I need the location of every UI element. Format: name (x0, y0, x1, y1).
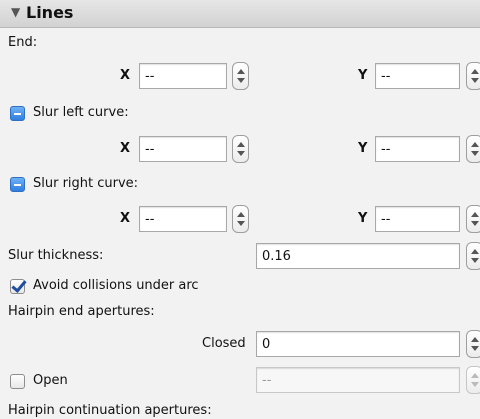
end-y-field[interactable] (375, 63, 460, 89)
hairpin-open-checkbox[interactable] (10, 374, 25, 389)
slur-right-x-label: X (120, 211, 131, 226)
end-x-field[interactable] (139, 63, 227, 89)
collapse-triangle-icon[interactable]: ▼ (11, 5, 20, 19)
slur-right-x-stepper[interactable] (232, 205, 249, 233)
hairpin-closed-field[interactable] (256, 331, 460, 357)
slur-left-y-stepper[interactable] (466, 135, 480, 163)
avoid-collisions-checkbox[interactable] (10, 279, 25, 294)
hairpin-end-apertures-label: Hairpin end apertures: (8, 304, 155, 319)
hairpin-continuation-apertures-label: Hairpin continuation apertures: (8, 403, 212, 418)
slur-thickness-field[interactable] (256, 243, 460, 269)
end-label: End: (8, 35, 38, 50)
slur-right-x-field[interactable] (139, 206, 227, 232)
hairpin-open-label: Open (33, 373, 68, 388)
end-y-stepper[interactable] (466, 62, 480, 90)
slur-left-curve-checkbox[interactable] (10, 106, 25, 121)
section-title: Lines (26, 3, 74, 22)
avoid-collisions-label: Avoid collisions under arc (33, 278, 199, 293)
slur-right-curve-label: Slur right curve: (33, 176, 139, 191)
slur-right-y-label: Y (358, 211, 368, 226)
end-y-label: Y (358, 68, 368, 83)
slur-left-x-stepper[interactable] (232, 135, 249, 163)
slur-thickness-stepper[interactable] (466, 242, 480, 270)
slur-left-curve-label: Slur left curve: (33, 105, 129, 120)
slur-right-curve-checkbox[interactable] (10, 177, 25, 192)
hairpin-open-stepper[interactable] (466, 366, 480, 394)
section-header-lines[interactable]: ▼ Lines (0, 0, 480, 28)
slur-left-y-label: Y (358, 141, 368, 156)
slur-thickness-label: Slur thickness: (8, 248, 104, 263)
end-x-label: X (120, 68, 131, 83)
slur-right-y-field[interactable] (375, 206, 460, 232)
end-x-stepper[interactable] (232, 62, 249, 90)
hairpin-closed-stepper[interactable] (466, 330, 480, 358)
slur-left-x-label: X (120, 141, 131, 156)
slur-right-y-stepper[interactable] (466, 205, 480, 233)
slur-left-x-field[interactable] (139, 136, 227, 162)
slur-left-y-field[interactable] (375, 136, 460, 162)
hairpin-open-field[interactable] (256, 367, 460, 393)
hairpin-closed-label: Closed (202, 336, 246, 351)
